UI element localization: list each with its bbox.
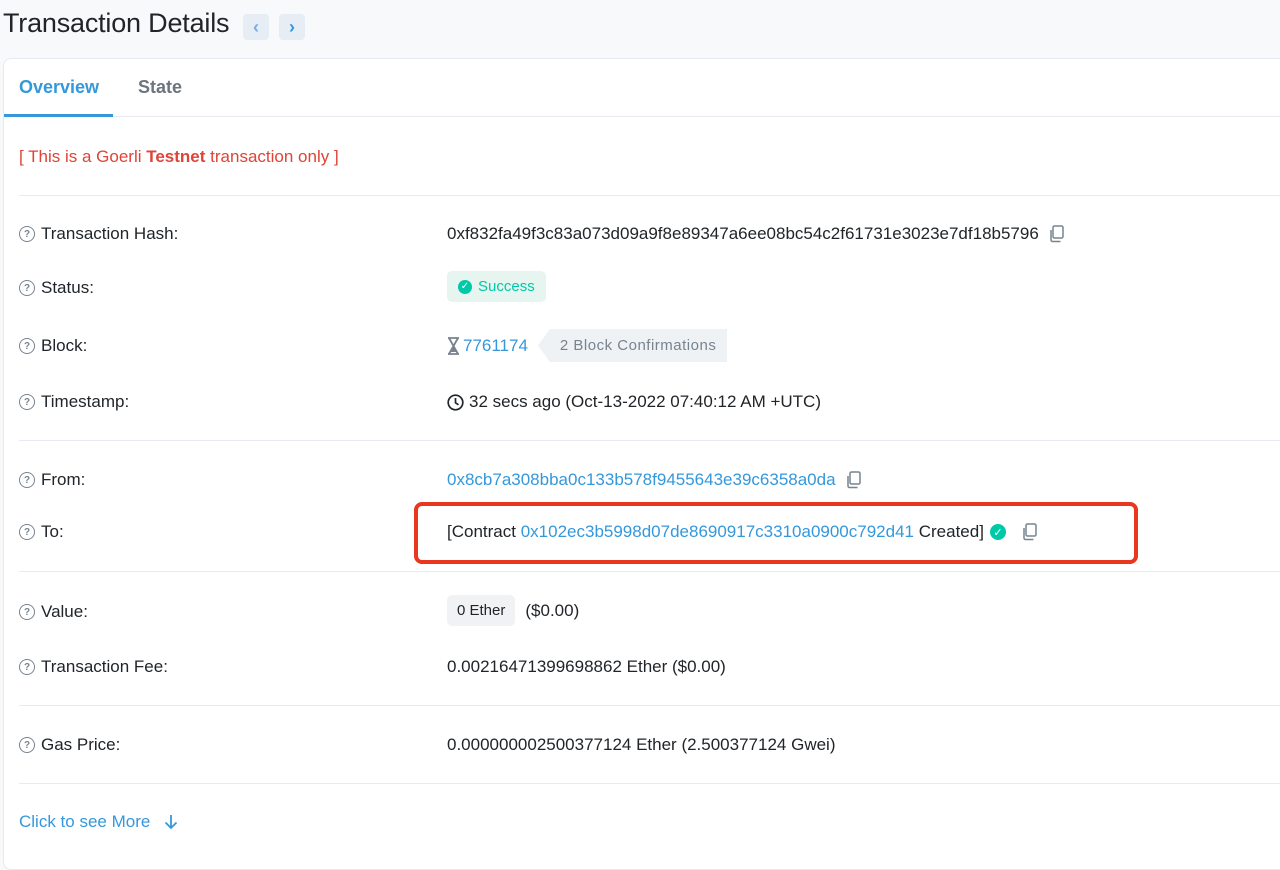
- tab-overview[interactable]: Overview: [19, 77, 99, 98]
- copy-icon[interactable]: [846, 471, 862, 489]
- help-icon[interactable]: ?: [19, 280, 35, 296]
- arrow-down-icon: [164, 814, 178, 830]
- help-icon[interactable]: ?: [19, 737, 35, 753]
- notice-bold: Testnet: [146, 147, 206, 166]
- hourglass-icon: [447, 336, 460, 355]
- row-label-hash: ? Transaction Hash:: [19, 224, 178, 244]
- status-badge: ✓ Success: [447, 271, 546, 302]
- help-icon[interactable]: ?: [19, 524, 35, 540]
- usd-value: ($0.00): [525, 600, 580, 620]
- divider: [19, 571, 1280, 572]
- row-value-status: ✓ Success: [447, 271, 546, 302]
- row-value-hash: 0xf832fa49f3c83a073d09a9f8e89347a6ee08bc…: [447, 224, 1065, 244]
- row-label-value: ? Value:: [19, 602, 88, 622]
- transaction-hash: 0xf832fa49f3c83a073d09a9f8e89347a6ee08bc…: [447, 224, 1039, 243]
- notice-suffix: transaction only ]: [205, 147, 339, 166]
- divider: [19, 705, 1280, 706]
- see-more-text: Click to see More: [19, 812, 151, 831]
- from-address-link[interactable]: 0x8cb7a308bba0c133b578f9455643e39c6358a0…: [447, 470, 836, 490]
- label-text: Gas Price:: [41, 735, 121, 754]
- row-label-status: ? Status:: [19, 278, 94, 298]
- label-text: To:: [41, 522, 64, 541]
- divider: [19, 783, 1280, 784]
- help-icon[interactable]: ?: [19, 394, 35, 410]
- label-text: Transaction Fee:: [41, 657, 168, 676]
- divider: [19, 195, 1280, 196]
- testnet-notice: [ This is a Goerli Testnet transaction o…: [19, 147, 339, 167]
- row-value-gas: 0.000000002500377124 Ether (2.500377124 …: [447, 735, 836, 755]
- see-more-link[interactable]: Click to see More: [19, 812, 178, 832]
- row-value-block: 7761174 2 Block Confirmations: [447, 329, 728, 362]
- row-value-value: 0 Ether ($0.00): [447, 595, 579, 626]
- label-text: Transaction Hash:: [41, 224, 179, 243]
- tab-state[interactable]: State: [138, 77, 182, 98]
- row-label-block: ? Block:: [19, 336, 87, 356]
- row-value-timestamp: 32 secs ago (Oct-13-2022 07:40:12 AM +UT…: [447, 392, 821, 412]
- page-title: Transaction Details: [3, 8, 230, 38]
- chevron-left-icon: ‹: [253, 17, 259, 37]
- clock-icon: [447, 393, 464, 411]
- row-label-to: ? To:: [19, 522, 64, 542]
- prev-transaction-button[interactable]: ‹: [243, 14, 269, 40]
- label-text: From:: [41, 470, 86, 489]
- row-label-fee: ? Transaction Fee:: [19, 657, 168, 677]
- active-tab-indicator: [4, 114, 113, 117]
- label-text: Status:: [41, 278, 94, 297]
- help-icon[interactable]: ?: [19, 472, 35, 488]
- gas-price: 0.000000002500377124 Ether (2.500377124 …: [447, 735, 836, 754]
- row-value-fee: 0.00216471399698862 Ether ($0.00): [447, 657, 726, 677]
- label-text: Value:: [41, 602, 88, 621]
- transaction-card: Overview State [ This is a Goerli Testne…: [3, 58, 1280, 870]
- divider: [19, 440, 1280, 441]
- help-icon[interactable]: ?: [19, 604, 35, 620]
- help-icon[interactable]: ?: [19, 226, 35, 242]
- tab-bar: Overview State: [4, 59, 1280, 117]
- row-label-timestamp: ? Timestamp:: [19, 392, 129, 412]
- transaction-fee: 0.00216471399698862 Ether ($0.00): [447, 657, 726, 676]
- row-label-gas: ? Gas Price:: [19, 735, 120, 755]
- copy-icon[interactable]: [1049, 225, 1065, 243]
- block-confirmations-badge: 2 Block Confirmations: [537, 329, 728, 362]
- row-value-from: 0x8cb7a308bba0c133b578f9455643e39c6358a0…: [447, 470, 862, 490]
- annotation-highlight-box: [414, 502, 1138, 564]
- timestamp-text: 32 secs ago (Oct-13-2022 07:40:12 AM +UT…: [469, 392, 821, 411]
- notice-prefix: [ This is a Goerli: [19, 147, 147, 166]
- label-text: Block:: [41, 336, 88, 355]
- chevron-right-icon: ›: [289, 17, 295, 37]
- label-text: Timestamp:: [41, 392, 130, 411]
- status-text: Success: [478, 278, 535, 295]
- help-icon[interactable]: ?: [19, 338, 35, 354]
- help-icon[interactable]: ?: [19, 659, 35, 675]
- ether-amount-badge: 0 Ether: [447, 595, 516, 626]
- next-transaction-button[interactable]: ›: [279, 14, 305, 40]
- block-number-link[interactable]: 7761174: [463, 336, 528, 356]
- check-circle-icon: ✓: [458, 279, 472, 294]
- row-label-from: ? From:: [19, 470, 85, 490]
